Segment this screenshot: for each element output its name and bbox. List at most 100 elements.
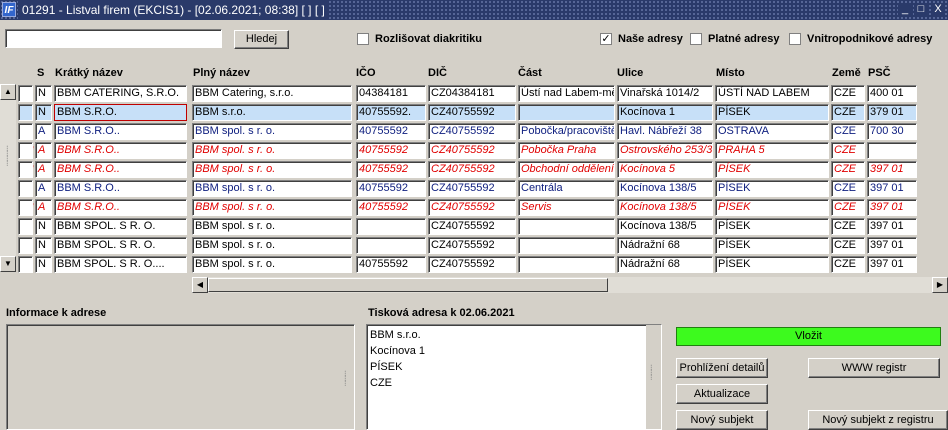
new-subject-button[interactable]: Nový subjekt bbox=[676, 410, 768, 430]
print-address-scrollbar[interactable]: ⁝ ⁝ ⁝ bbox=[646, 325, 661, 429]
cell-misto[interactable]: PÍSEK bbox=[715, 180, 829, 197]
cell-zeme[interactable]: CZE bbox=[831, 256, 865, 273]
cell-ico[interactable]: 40755592 bbox=[356, 180, 426, 197]
table-row[interactable]: A BBM S.R.O.. BBM spol. s r. o. 40755592 CZ4… bbox=[18, 142, 948, 161]
cell-misto[interactable]: PÍSEK bbox=[715, 218, 829, 235]
cell-dic[interactable]: CZ04384181 bbox=[428, 85, 516, 102]
new-subject-registry-button[interactable]: Nový subjekt z registru bbox=[808, 410, 948, 430]
cell-psc[interactable]: 397 01 bbox=[867, 256, 917, 273]
cell-plny[interactable]: BBM spol. s r. o. bbox=[192, 161, 352, 178]
cell-psc[interactable]: 379 01 bbox=[867, 104, 917, 121]
cell-kratky[interactable]: BBM SPOL. S R. O. bbox=[54, 237, 187, 254]
cell-dic[interactable]: CZ40755592 bbox=[428, 123, 516, 140]
cell-zeme[interactable]: CZE bbox=[831, 180, 865, 197]
cell-dic[interactable]: CZ40755592 bbox=[428, 256, 516, 273]
maximize-button[interactable]: □ bbox=[914, 3, 928, 16]
cell-s[interactable]: N bbox=[35, 104, 52, 121]
row-selector[interactable] bbox=[18, 85, 33, 102]
scroll-thumb[interactable] bbox=[208, 278, 608, 292]
horizontal-scrollbar[interactable]: ◀ ▶ bbox=[192, 277, 948, 293]
vnitropodnikove-checkbox[interactable] bbox=[789, 33, 801, 45]
cell-misto[interactable]: OSTRAVA bbox=[715, 123, 829, 140]
cell-plny[interactable]: BBM spol. s r. o. bbox=[192, 123, 352, 140]
cell-ulice[interactable]: Kocínova 1 bbox=[617, 104, 713, 121]
header-ulice[interactable]: Ulice bbox=[617, 63, 643, 83]
table-row[interactable]: N BBM SPOL. S R. O. BBM spol. s r. o. CZ407… bbox=[18, 237, 948, 256]
cell-ico[interactable]: 40755592 bbox=[356, 199, 426, 216]
close-button[interactable]: X bbox=[931, 3, 945, 16]
cell-dic[interactable]: CZ40755592 bbox=[428, 142, 516, 159]
cell-cast[interactable]: Servis bbox=[518, 199, 615, 216]
table-row[interactable]: N BBM S.R.O. BBM s.r.o. 40755592. CZ40755592… bbox=[18, 104, 948, 123]
table-row[interactable]: A BBM S.R.O.. BBM spol. s r. o. 40755592 CZ4… bbox=[18, 161, 948, 180]
diacritics-checkbox[interactable] bbox=[357, 33, 369, 45]
cell-zeme[interactable]: CZE bbox=[831, 237, 865, 254]
cell-psc[interactable]: 397 01 bbox=[867, 161, 917, 178]
cell-psc[interactable]: 397 01 bbox=[867, 199, 917, 216]
header-s[interactable]: S bbox=[37, 63, 44, 83]
cell-misto[interactable]: PÍSEK bbox=[715, 199, 829, 216]
cell-misto[interactable]: ÚSTÍ NAD LABEM bbox=[715, 85, 829, 102]
cell-zeme[interactable]: CZE bbox=[831, 85, 865, 102]
cell-kratky[interactable]: BBM S.R.O.. bbox=[54, 199, 187, 216]
cell-plny[interactable]: BBM spol. s r. o. bbox=[192, 142, 352, 159]
table-row[interactable]: A BBM S.R.O.. BBM spol. s r. o. 40755592 CZ4… bbox=[18, 180, 948, 199]
cell-plny[interactable]: BBM spol. s r. o. bbox=[192, 180, 352, 197]
nase-adresy-checkbox[interactable]: ✓ bbox=[600, 33, 612, 45]
cell-s[interactable]: N bbox=[35, 85, 52, 102]
cell-cast[interactable]: Centrála bbox=[518, 180, 615, 197]
platne-adresy-checkbox[interactable] bbox=[690, 33, 702, 45]
header-kratky-nazev[interactable]: Krátký název bbox=[55, 63, 123, 83]
cell-dic[interactable]: CZ40755592 bbox=[428, 161, 516, 178]
cell-dic[interactable]: CZ40755592 bbox=[428, 199, 516, 216]
cell-zeme[interactable]: CZE bbox=[831, 199, 865, 216]
cell-cast[interactable]: Pobočka Praha bbox=[518, 142, 615, 159]
search-button[interactable]: Hledej bbox=[234, 30, 289, 49]
cell-plny[interactable]: BBM s.r.o. bbox=[192, 104, 352, 121]
cell-s[interactable]: A bbox=[35, 199, 52, 216]
cell-psc[interactable]: 397 01 bbox=[867, 180, 917, 197]
scroll-down-icon[interactable]: ▼ bbox=[0, 256, 16, 272]
search-input[interactable] bbox=[5, 29, 222, 48]
vertical-scrollbar[interactable]: ▲ ⁝ ⁝ ⁝ ⁝ ▼ bbox=[0, 84, 16, 272]
cell-ico[interactable]: 40755592 bbox=[356, 142, 426, 159]
table-row[interactable]: N BBM SPOL. S R. O. BBM spol. s r. o. CZ407… bbox=[18, 218, 948, 237]
cell-misto[interactable]: PÍSEK bbox=[715, 256, 829, 273]
cell-dic[interactable]: CZ40755592 bbox=[428, 237, 516, 254]
details-button[interactable]: Prohlížení detailů bbox=[676, 358, 768, 378]
cell-zeme[interactable]: CZE bbox=[831, 161, 865, 178]
cell-zeme[interactable]: CZE bbox=[831, 218, 865, 235]
cell-cast[interactable] bbox=[518, 237, 615, 254]
cell-plny[interactable]: BBM spol. s r. o. bbox=[192, 199, 352, 216]
row-selector[interactable] bbox=[18, 104, 33, 121]
header-plny-nazev[interactable]: Plný název bbox=[193, 63, 250, 83]
cell-plny[interactable]: BBM spol. s r. o. bbox=[192, 218, 352, 235]
cell-psc[interactable]: 400 01 bbox=[867, 85, 917, 102]
row-selector[interactable] bbox=[18, 180, 33, 197]
cell-dic[interactable]: CZ40755592 bbox=[428, 104, 516, 121]
cell-kratky[interactable]: BBM CATERING, S.R.O. bbox=[54, 85, 187, 102]
cell-misto[interactable]: PRAHA 5 bbox=[715, 142, 829, 159]
cell-ulice[interactable]: Nádražní 68 bbox=[617, 256, 713, 273]
cell-misto[interactable]: PÍSEK bbox=[715, 104, 829, 121]
insert-button[interactable]: Vložit bbox=[676, 327, 941, 346]
row-selector[interactable] bbox=[18, 256, 33, 273]
cell-psc[interactable] bbox=[867, 142, 917, 159]
header-ico[interactable]: IČO bbox=[356, 63, 376, 83]
info-textarea[interactable]: ⁝ ⁝ ⁝ bbox=[6, 324, 355, 430]
cell-s[interactable]: N bbox=[35, 237, 52, 254]
cell-s[interactable]: A bbox=[35, 161, 52, 178]
cell-kratky[interactable]: BBM SPOL. S R. O.... bbox=[54, 256, 187, 273]
cell-ulice[interactable]: Havl. Nábřeží 38 bbox=[617, 123, 713, 140]
cell-s[interactable]: N bbox=[35, 256, 52, 273]
cell-ico[interactable]: 40755592 bbox=[356, 161, 426, 178]
cell-ulice[interactable]: Kocínova 138/5 bbox=[617, 218, 713, 235]
cell-ulice[interactable]: Ostrovského 253/3 bbox=[617, 142, 713, 159]
cell-kratky[interactable]: BBM S.R.O.. bbox=[54, 180, 187, 197]
cell-zeme[interactable]: CZE bbox=[831, 142, 865, 159]
cell-cast[interactable]: Pobočka/pracoviště bbox=[518, 123, 615, 140]
cell-plny[interactable]: BBM spol. s r. o. bbox=[192, 256, 352, 273]
cell-kratky[interactable]: BBM S.R.O. bbox=[54, 104, 187, 121]
cell-kratky[interactable]: BBM SPOL. S R. O. bbox=[54, 218, 187, 235]
cell-kratky[interactable]: BBM S.R.O.. bbox=[54, 142, 187, 159]
